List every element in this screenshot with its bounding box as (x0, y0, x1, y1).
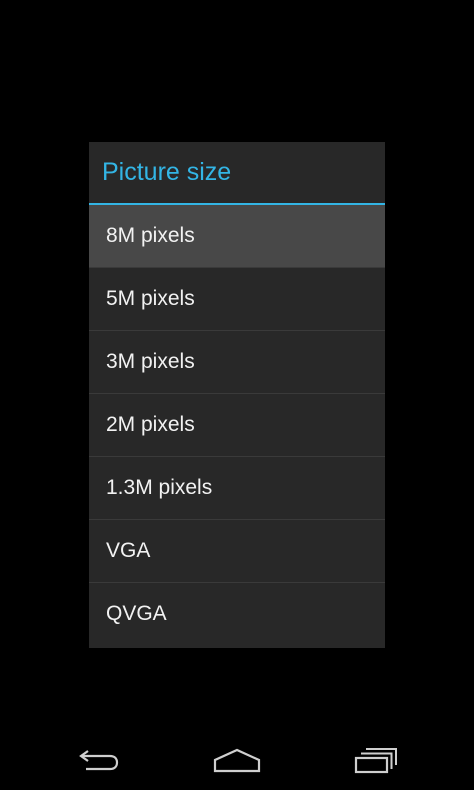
option-8m-pixels[interactable]: 8M pixels (89, 205, 385, 267)
option-2m-pixels[interactable]: 2M pixels (89, 393, 385, 456)
option-5m-pixels[interactable]: 5M pixels (89, 267, 385, 330)
home-button[interactable] (207, 742, 267, 778)
option-qvga[interactable]: QVGA (89, 582, 385, 645)
option-3m-pixels[interactable]: 3M pixels (89, 330, 385, 393)
recent-apps-icon (354, 748, 397, 774)
back-button[interactable] (68, 742, 128, 778)
picture-size-dialog: Picture size 8M pixels 5M pixels 3M pixe… (89, 142, 385, 648)
back-icon (79, 750, 119, 771)
screen: Picture size 8M pixels 5M pixels 3M pixe… (0, 0, 474, 790)
option-1-3m-pixels[interactable]: 1.3M pixels (89, 456, 385, 519)
option-vga[interactable]: VGA (89, 519, 385, 582)
dialog-title: Picture size (89, 142, 385, 205)
recent-apps-button[interactable] (346, 742, 406, 778)
option-list: 8M pixels 5M pixels 3M pixels 2M pixels … (89, 205, 385, 645)
home-icon (213, 748, 261, 773)
navigation-bar (0, 730, 474, 790)
